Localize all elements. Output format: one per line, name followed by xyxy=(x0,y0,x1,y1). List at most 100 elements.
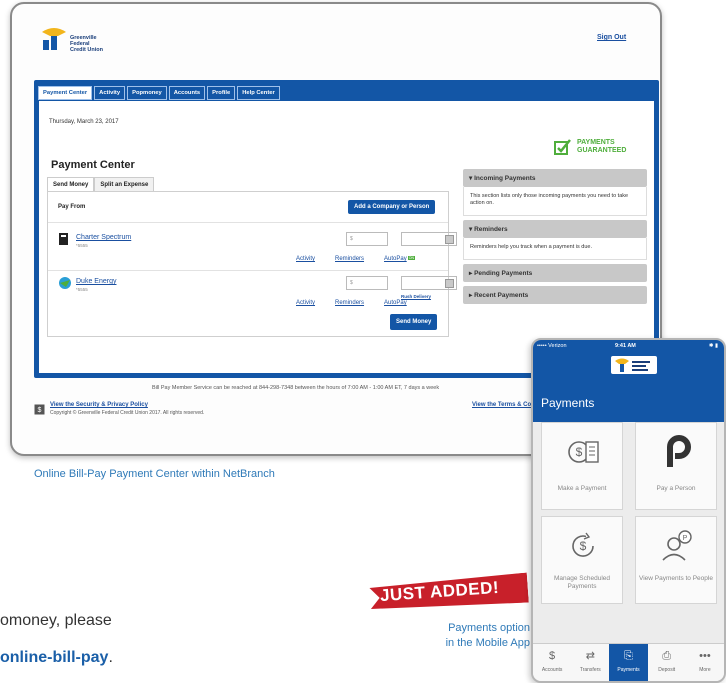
tab-payment-center[interactable]: Payment Center xyxy=(38,86,93,100)
autopay-link[interactable]: AutoPay xyxy=(384,300,407,306)
duke-energy-logo-icon xyxy=(59,277,71,289)
deposit-check-icon: ⎙ xyxy=(662,650,672,662)
gfcu-logo: Greenville Federal Credit Union xyxy=(40,26,130,66)
desktop-caption: Online Bill-Pay Payment Center within Ne… xyxy=(34,468,275,480)
copyright-text: Copyright © Greenville Federal Credit Un… xyxy=(50,410,205,416)
tab-label: Deposit xyxy=(658,667,676,673)
payee-account-number: *5555 xyxy=(76,243,88,248)
body-text-line-2: online-bill-pay. xyxy=(0,649,113,667)
incoming-payments-header[interactable]: ▾ Incoming Payments xyxy=(463,169,647,187)
transfer-arrows-icon: ⇄ xyxy=(585,650,595,662)
payee-row: Charter Spectrum *5555 $ Activity Remind… xyxy=(56,232,457,272)
send-money-button[interactable]: Send Money xyxy=(390,314,438,330)
tab-more[interactable]: ••• More xyxy=(686,644,724,681)
reminders-body: Reminders help you track when a payment … xyxy=(463,238,647,260)
reminders-link[interactable]: Reminders xyxy=(335,256,364,262)
view-payments-people-tile[interactable]: P View Payments to People xyxy=(635,516,717,604)
tile-label: Make a Payment xyxy=(557,485,607,492)
dollar-icon: $ xyxy=(549,650,556,662)
tile-label: Pay a Person xyxy=(656,485,696,492)
main-shell: Payment Center Activity Popmoney Account… xyxy=(34,80,659,378)
tab-profile[interactable]: Profile xyxy=(207,86,236,100)
side-header-label: Pending Payments xyxy=(474,270,533,277)
sign-out-link[interactable]: Sign Out xyxy=(597,34,626,41)
subtab-send-money[interactable]: Send Money xyxy=(47,177,95,192)
pay-person-tile[interactable]: Pay a Person xyxy=(635,422,717,510)
side-header-label: Reminders xyxy=(474,226,508,233)
autopay-link[interactable]: AutoPay xyxy=(384,256,407,262)
app-screen-title: Payments xyxy=(541,396,595,410)
member-service-note: Bill Pay Member Service can be reached a… xyxy=(152,385,440,391)
subtab-split-expense[interactable]: Split an Expense xyxy=(94,177,155,192)
divider xyxy=(48,222,448,223)
app-logo xyxy=(611,356,657,374)
date-input[interactable] xyxy=(401,276,457,290)
chevron-down-icon: ▾ xyxy=(469,175,473,182)
incoming-payments-body: This section lists only those incoming p… xyxy=(463,187,647,216)
reminders-header[interactable]: ▾ Reminders xyxy=(463,220,647,238)
more-dots-icon: ••• xyxy=(699,650,711,662)
calendar-icon[interactable] xyxy=(445,279,454,288)
chevron-right-icon: ▸ xyxy=(469,270,473,277)
tab-help-center[interactable]: Help Center xyxy=(237,86,280,100)
security-privacy-link[interactable]: View the Security & Privacy Policy xyxy=(50,402,148,408)
pending-payments-header[interactable]: ▸ Pending Payments xyxy=(463,264,647,282)
make-payment-tile[interactable]: $ Make a Payment xyxy=(541,422,623,510)
activity-link[interactable]: Activity xyxy=(296,300,315,306)
terms-link[interactable]: View the Terms & Co xyxy=(472,402,531,408)
cable-box-icon xyxy=(59,233,68,245)
tab-activity[interactable]: Activity xyxy=(94,86,126,100)
tile-label: Manage Scheduled Payments xyxy=(553,575,610,590)
tab-popmoney[interactable]: Popmoney xyxy=(127,86,167,100)
tab-deposit[interactable]: ⎙ Deposit xyxy=(648,644,686,681)
activity-link[interactable]: Activity xyxy=(296,256,315,262)
payee-name-link[interactable]: Charter Spectrum xyxy=(76,234,131,241)
tab-label: Transfers xyxy=(579,667,601,673)
manage-scheduled-tile[interactable]: $ Manage Scheduled Payments xyxy=(541,516,623,604)
svg-text:P: P xyxy=(683,535,688,542)
amount-input[interactable]: $ xyxy=(346,232,388,246)
guarantee-line-2: GUARANTEED xyxy=(577,147,627,154)
chevron-right-icon: ▸ xyxy=(469,292,473,299)
app-tab-bar: $ Accounts ⇄ Transfers ⎘ Payments ⎙ Depo… xyxy=(533,643,724,681)
reminders-link[interactable]: Reminders xyxy=(335,300,364,306)
popmoney-p-icon xyxy=(667,435,691,467)
mobile-caption-line-1: Payments option xyxy=(448,622,530,634)
payments-guaranteed-badge: PAYMENTS GUARANTEED xyxy=(554,139,626,155)
tab-accounts[interactable]: Accounts xyxy=(168,86,206,100)
date-input[interactable] xyxy=(401,232,457,246)
tab-label: Payments xyxy=(617,667,640,673)
autopay-on-badge: ON xyxy=(407,256,415,261)
current-date: Thursday, March 23, 2017 xyxy=(49,119,119,125)
carrier-label: ••••• Verizon xyxy=(537,343,567,349)
guarantee-line-1: PAYMENTS xyxy=(577,139,615,146)
side-header-label: Incoming Payments xyxy=(474,175,536,182)
footer-left: $ View the Security & Privacy Policy Cop… xyxy=(34,402,204,420)
svg-text:$: $ xyxy=(38,407,42,414)
payee-account-number: *5555 xyxy=(76,287,88,292)
person-payment-icon: P xyxy=(662,530,692,561)
top-tab-bar: Payment Center Activity Popmoney Account… xyxy=(38,86,280,100)
status-bar: ••••• Verizon 9:41 AM ✱ ▮ xyxy=(533,340,724,352)
payee-name-link[interactable]: Duke Energy xyxy=(76,278,116,285)
recent-payments-header[interactable]: ▸ Recent Payments xyxy=(463,286,647,304)
payments-box: Pay From Add a Company or Person Charter… xyxy=(47,191,457,337)
rush-delivery-link[interactable]: Rush Delivery xyxy=(401,294,431,299)
checkbox-check-icon xyxy=(554,139,571,155)
payment-doc-icon: $ xyxy=(568,441,599,463)
tab-payments[interactable]: ⎘ Payments xyxy=(609,644,648,681)
payments-icon: ⎘ xyxy=(624,650,633,662)
amount-input[interactable]: $ xyxy=(346,276,388,290)
scheduled-dollar-icon: $ xyxy=(572,532,594,557)
content-panel: Thursday, March 23, 2017 PAYMENTS GUARAN… xyxy=(39,101,654,373)
side-panel: ▾ Incoming Payments This section lists o… xyxy=(463,165,647,304)
tab-accounts[interactable]: $ Accounts xyxy=(533,644,571,681)
add-company-or-person-button[interactable]: Add a Company or Person xyxy=(348,200,436,214)
bill-pay-link[interactable]: online-bill-pay xyxy=(0,649,108,666)
mobile-app-screenshot: ••••• Verizon 9:41 AM ✱ ▮ Payments $ Mak… xyxy=(531,338,726,683)
tab-transfers[interactable]: ⇄ Transfers xyxy=(571,644,609,681)
payee-links: Activity Reminders AutoPay xyxy=(296,300,407,306)
tab-label: More xyxy=(699,667,711,673)
calendar-icon[interactable] xyxy=(445,235,454,244)
status-time: 9:41 AM xyxy=(615,343,636,349)
